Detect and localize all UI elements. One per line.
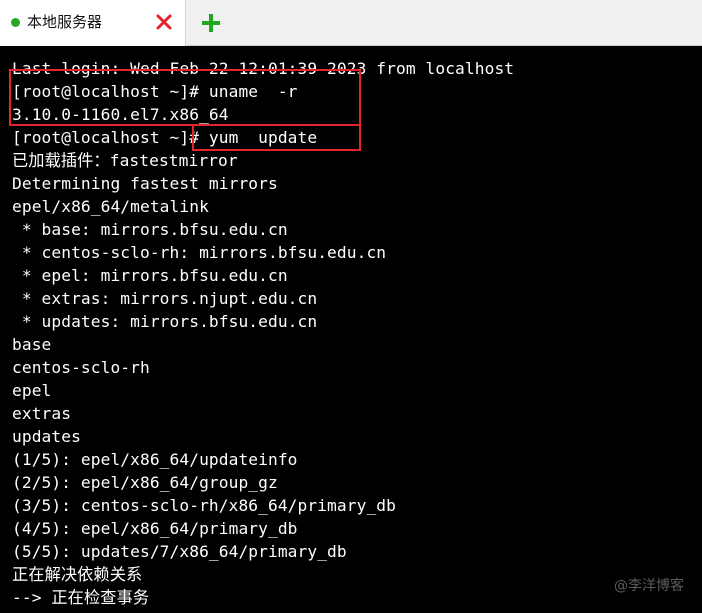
connection-status-icon (11, 18, 20, 27)
terminal-line: (4/5): epel/x86_64/primary_db (12, 519, 298, 538)
terminal-output[interactable]: Last login: Wed Feb 22 12:01:39 2023 fro… (0, 46, 702, 613)
terminal-line: * extras: mirrors.njupt.edu.cn (12, 289, 318, 308)
terminal-line: extras (12, 404, 72, 423)
add-tab-icon[interactable] (200, 12, 222, 34)
highlight-box-uname (9, 69, 361, 126)
terminal-line: (5/5): updates/7/x86_64/primary_db (12, 542, 347, 561)
terminal-line: (3/5): centos-sclo-rh/x86_64/primary_db (12, 496, 396, 515)
tab-bar: 本地服务器 (0, 0, 702, 46)
terminal-line: 正在解决依赖关系 (12, 565, 143, 584)
terminal-line: 已加载插件：fastestmirror (12, 151, 238, 170)
terminal-line: (1/5): epel/x86_64/updateinfo (12, 450, 298, 469)
highlight-box-yum (192, 124, 361, 151)
terminal-line: Determining fastest mirrors (12, 174, 278, 193)
terminal-line: --> 正在检查事务 (12, 588, 150, 607)
tab-local-server[interactable]: 本地服务器 (0, 0, 186, 46)
terminal-line: epel/x86_64/metalink (12, 197, 209, 216)
terminal-line: updates (12, 427, 81, 446)
terminal-line: base (12, 335, 52, 354)
terminal-line: (2/5): epel/x86_64/group_gz (12, 473, 278, 492)
terminal-line: * base: mirrors.bfsu.edu.cn (12, 220, 288, 239)
tab-label: 本地服务器 (27, 13, 103, 31)
close-icon[interactable] (154, 12, 174, 32)
terminal-line: centos-sclo-rh (12, 358, 150, 377)
terminal-line: epel (12, 381, 52, 400)
terminal-line: * epel: mirrors.bfsu.edu.cn (12, 266, 288, 285)
watermark: @李洋博客 (614, 578, 684, 594)
terminal-line: * updates: mirrors.bfsu.edu.cn (12, 312, 318, 331)
terminal-line: * centos-sclo-rh: mirrors.bfsu.edu.cn (12, 243, 387, 262)
